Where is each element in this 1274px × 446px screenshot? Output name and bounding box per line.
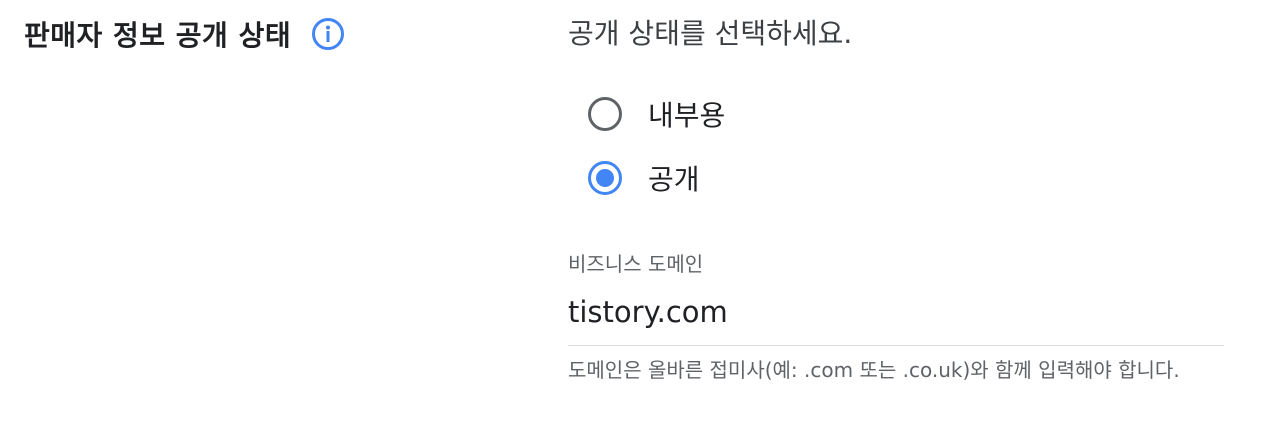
radio-selected-dot (596, 169, 614, 187)
info-icon[interactable] (311, 17, 345, 51)
section-header: 판매자 정보 공개 상태 (24, 14, 345, 54)
radio-option-public[interactable]: 공개 (588, 156, 1228, 200)
business-domain-field: 비즈니스 도메인 도메인은 올바른 접미사(예: .com 또는 .co.uk)… (568, 250, 1224, 384)
business-domain-input[interactable] (568, 278, 1224, 346)
radio-button-public[interactable] (588, 161, 622, 195)
business-domain-helper-text: 도메인은 올바른 접미사(예: .com 또는 .co.uk)와 함께 입력해야… (568, 358, 1180, 382)
visibility-radio-group: 내부용 공개 (568, 92, 1228, 200)
radio-button-internal[interactable] (588, 97, 622, 131)
seller-info-visibility-page: 판매자 정보 공개 상태 공개 상태를 선택하세요. 내부용 공개 비즈니스 도… (0, 0, 1274, 446)
visibility-prompt: 공개 상태를 선택하세요. (568, 17, 853, 50)
radio-option-internal[interactable]: 내부용 (588, 92, 1228, 136)
visibility-content: 공개 상태를 선택하세요. 내부용 공개 비즈니스 도메인 도메인은 올바른 접… (568, 14, 1228, 382)
business-domain-label: 비즈니스 도메인 (568, 252, 704, 276)
radio-label-internal: 내부용 (648, 99, 726, 132)
info-icon-graphic (312, 18, 345, 50)
section-title: 판매자 정보 공개 상태 (24, 19, 292, 52)
radio-label-public: 공개 (648, 163, 700, 196)
